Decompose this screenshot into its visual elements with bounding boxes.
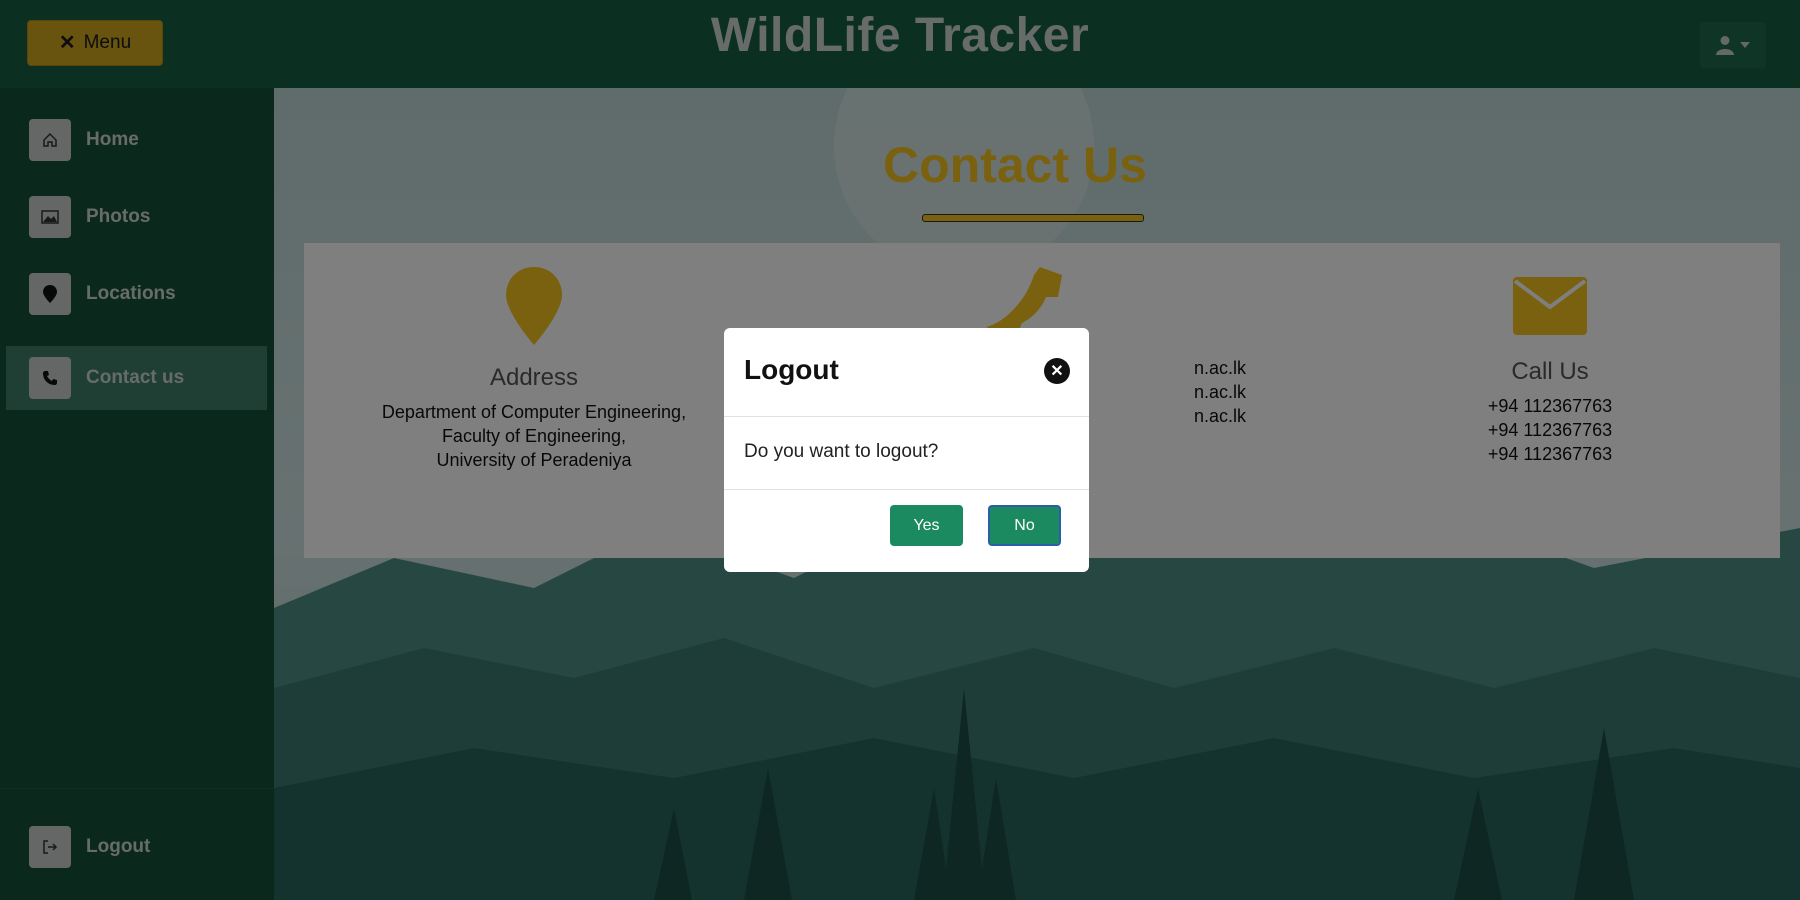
modal-body: Do you want to logout? (724, 417, 1089, 490)
modal-header: Logout ✕ (724, 328, 1089, 417)
logout-modal: Logout ✕ Do you want to logout? Yes No (724, 328, 1089, 572)
modal-footer: Yes No (724, 490, 1089, 573)
yes-button[interactable]: Yes (890, 505, 963, 546)
modal-title: Logout (744, 354, 839, 385)
modal-message: Do you want to logout? (744, 441, 939, 462)
no-button[interactable]: No (988, 505, 1061, 546)
close-icon[interactable]: ✕ (1044, 358, 1070, 384)
